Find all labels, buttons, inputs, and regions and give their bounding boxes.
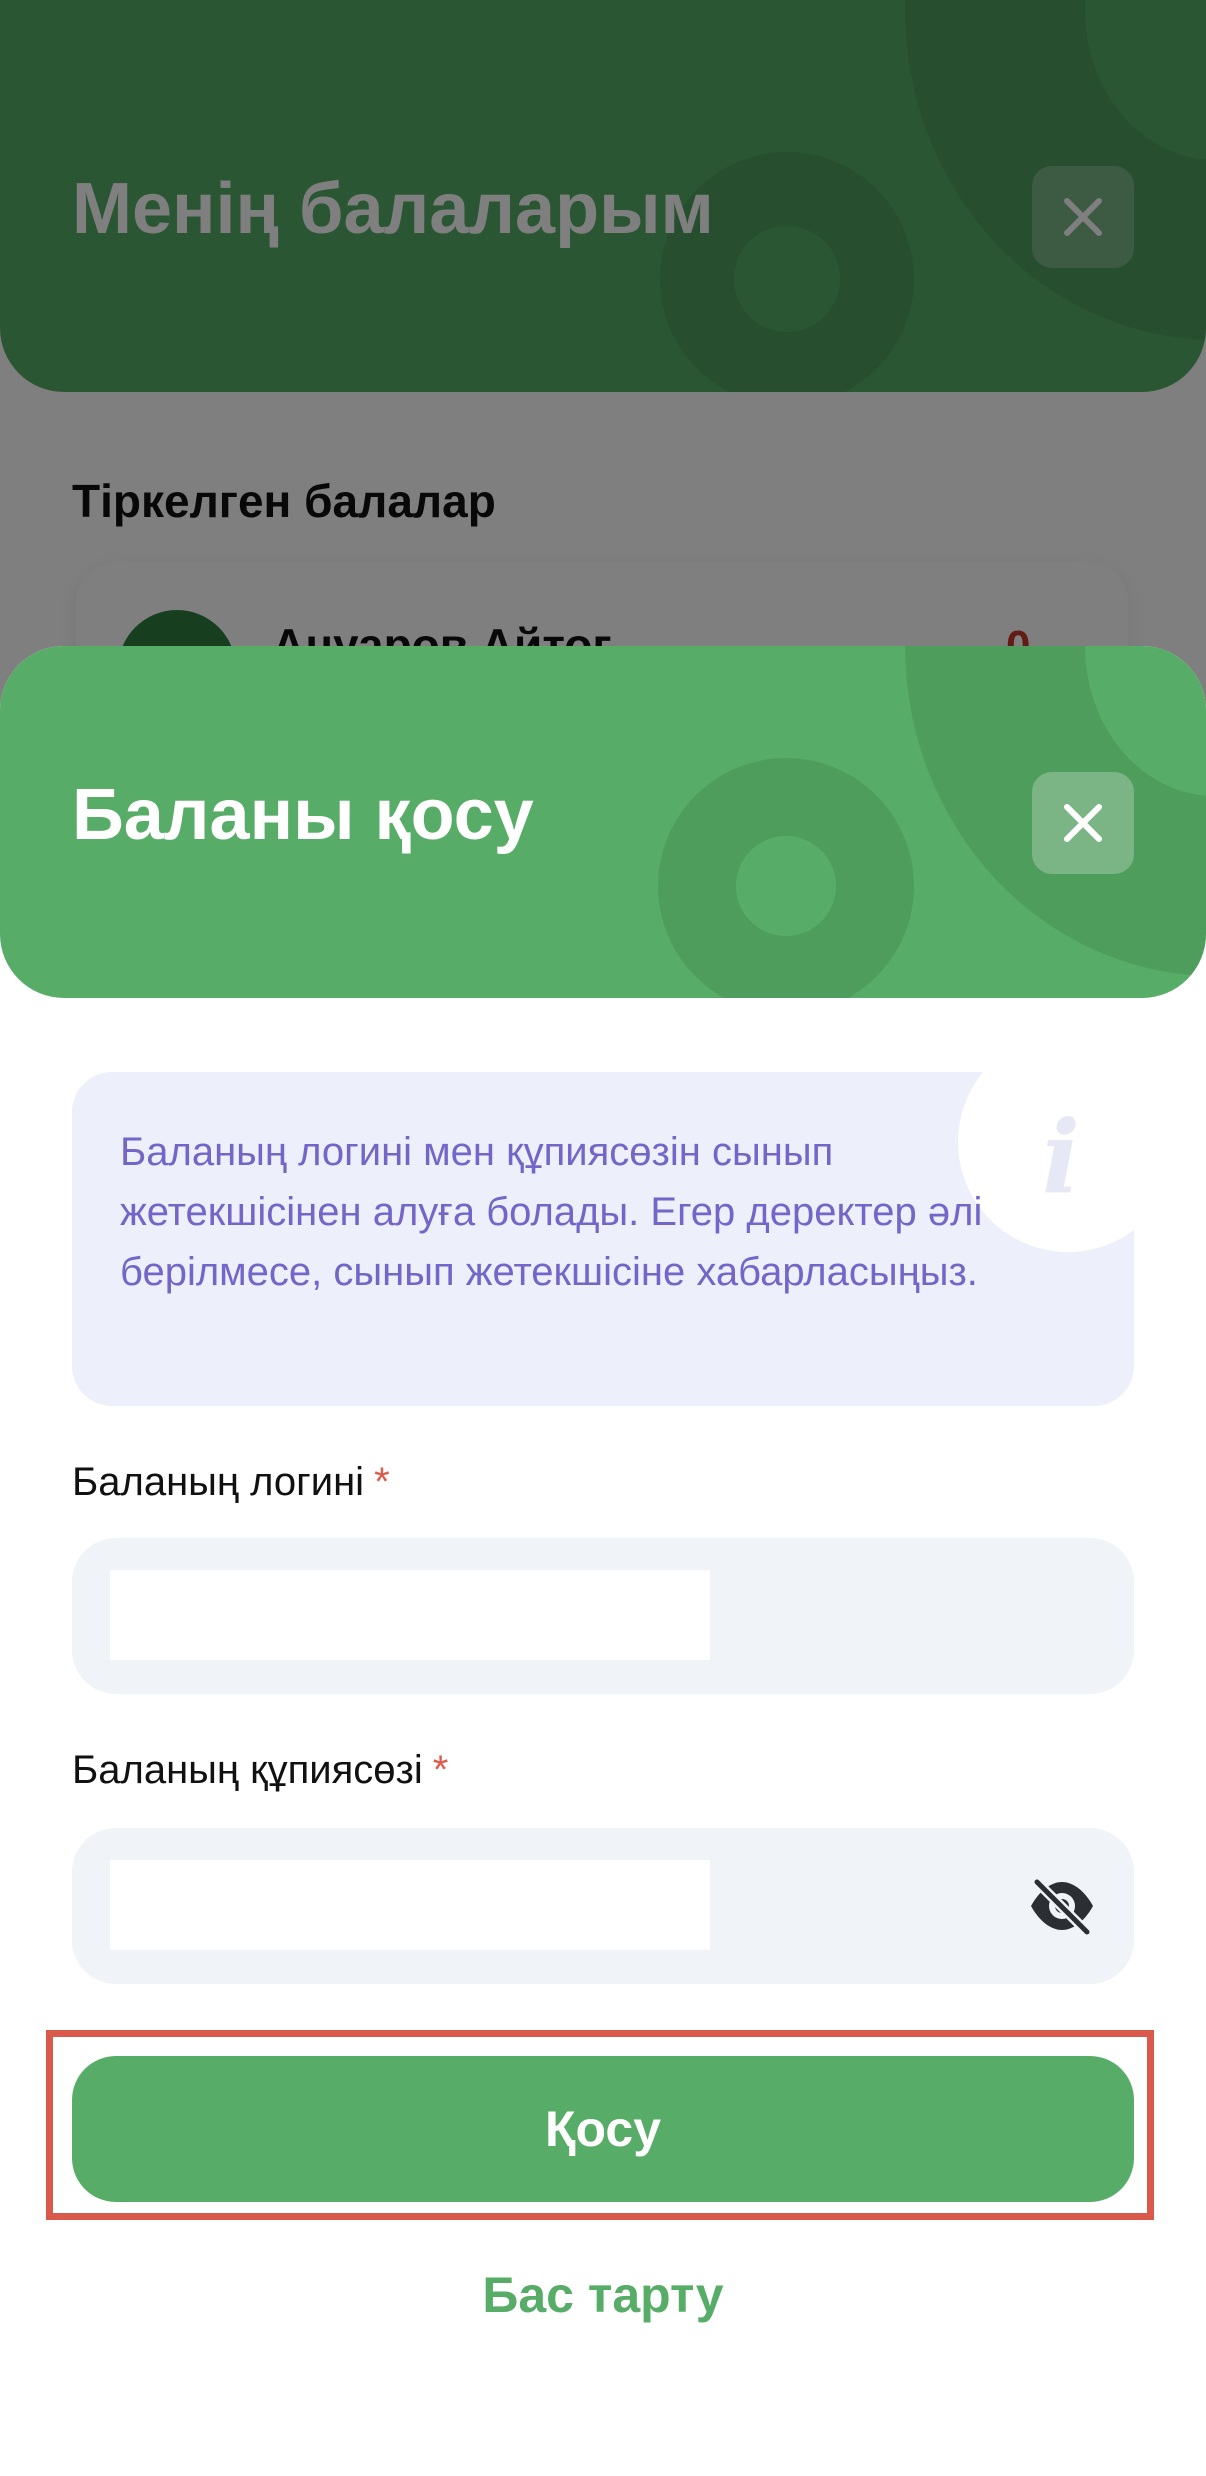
required-mark: * [432, 1748, 449, 1792]
password-input[interactable] [110, 1860, 710, 1950]
close-icon [1064, 804, 1102, 842]
password-label: Баланың құпиясөзі * [72, 1748, 448, 1793]
toggle-password-visibility-button[interactable] [1024, 1868, 1100, 1944]
add-child-sheet: Баланы қосу i Баланың логині мен құпиясө… [0, 646, 1206, 2476]
info-text: Баланың логині мен құпиясөзін сынып жете… [120, 1130, 983, 1294]
cancel-button[interactable]: Бас тарту [0, 2266, 1206, 2324]
password-label-text: Баланың құпиясөзі [72, 1748, 423, 1792]
login-label: Баланың логині * [72, 1460, 390, 1505]
header-decoration [658, 758, 914, 998]
sheet-title: Баланы қосу [72, 775, 534, 855]
login-label-text: Баланың логині [72, 1460, 365, 1504]
info-icon: i [1042, 1098, 1080, 1216]
password-field[interactable] [72, 1828, 1134, 1984]
info-banner: i Баланың логині мен құпиясөзін сынып же… [72, 1072, 1134, 1406]
eye-off-icon [1031, 1877, 1093, 1936]
login-field[interactable] [72, 1538, 1134, 1694]
login-input[interactable] [110, 1570, 710, 1660]
sheet-header: Баланы қосу [0, 646, 1206, 998]
required-mark: * [374, 1460, 390, 1504]
add-child-button[interactable]: Қосу [72, 2056, 1134, 2202]
close-button[interactable] [1032, 772, 1134, 874]
